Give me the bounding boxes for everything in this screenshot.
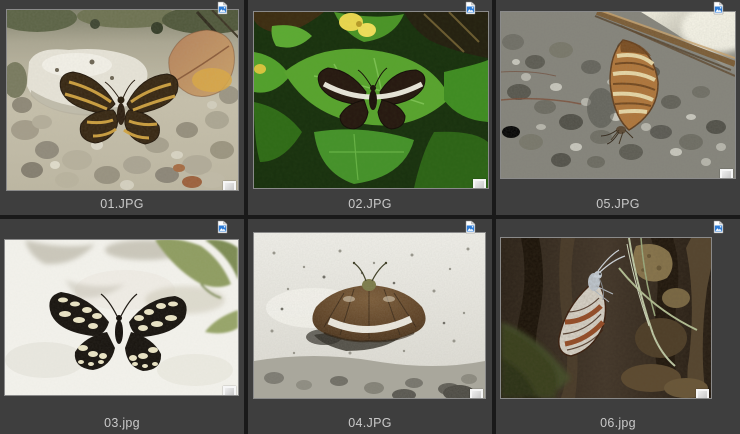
filename-label: 06.jpg	[600, 416, 636, 430]
file-tile[interactable]: 01.JPG	[0, 0, 244, 215]
image-file-icon	[465, 1, 476, 15]
image-file-icon	[217, 1, 228, 15]
thumbnail-image[interactable]	[5, 240, 238, 395]
photo-black-butterfly-white-wall	[5, 240, 238, 395]
thumbnail-image[interactable]	[501, 238, 711, 398]
photo-butterfly-on-pebbles	[7, 10, 238, 190]
image-file-icon	[713, 1, 724, 15]
thumbnail-corner-badge	[696, 389, 709, 398]
photo-brown-butterfly-concrete	[254, 233, 485, 398]
file-tile[interactable]: 03.jpg	[0, 219, 244, 434]
photo-butterfly-closed-wings-gravel	[501, 12, 735, 178]
photo-butterfly-on-leaves	[254, 12, 488, 188]
thumbnail-corner-badge	[470, 389, 483, 398]
thumbnail-image[interactable]	[254, 12, 488, 188]
photo-butterfly-on-bark	[501, 238, 711, 398]
thumbnail-corner-badge	[223, 386, 236, 395]
image-file-icon	[713, 220, 724, 234]
filename-label: 02.JPG	[348, 197, 392, 211]
filename-label: 05.JPG	[596, 197, 640, 211]
thumbnail-grid: 01.JPG 02.JPG 05.JPG 03.jpg 04.JPG 06.jp…	[0, 0, 740, 434]
filename-label: 04.JPG	[348, 416, 392, 430]
image-file-icon	[465, 220, 476, 234]
thumbnail-corner-badge	[473, 179, 486, 188]
image-file-icon	[217, 220, 228, 234]
file-tile[interactable]: 05.JPG	[496, 0, 740, 215]
thumbnail-image[interactable]	[7, 10, 238, 190]
file-tile[interactable]: 06.jpg	[496, 219, 740, 434]
thumbnail-corner-badge	[720, 169, 733, 178]
thumbnail-image[interactable]	[254, 233, 485, 398]
thumbnail-corner-badge	[223, 181, 236, 190]
file-tile[interactable]: 02.JPG	[248, 0, 492, 215]
file-browser-thumbnail-view: 01.JPG 02.JPG 05.JPG 03.jpg 04.JPG 06.jp…	[0, 0, 740, 434]
file-tile[interactable]: 04.JPG	[248, 219, 492, 434]
filename-label: 03.jpg	[104, 416, 140, 430]
filename-label: 01.JPG	[100, 197, 144, 211]
thumbnail-image[interactable]	[501, 12, 735, 178]
